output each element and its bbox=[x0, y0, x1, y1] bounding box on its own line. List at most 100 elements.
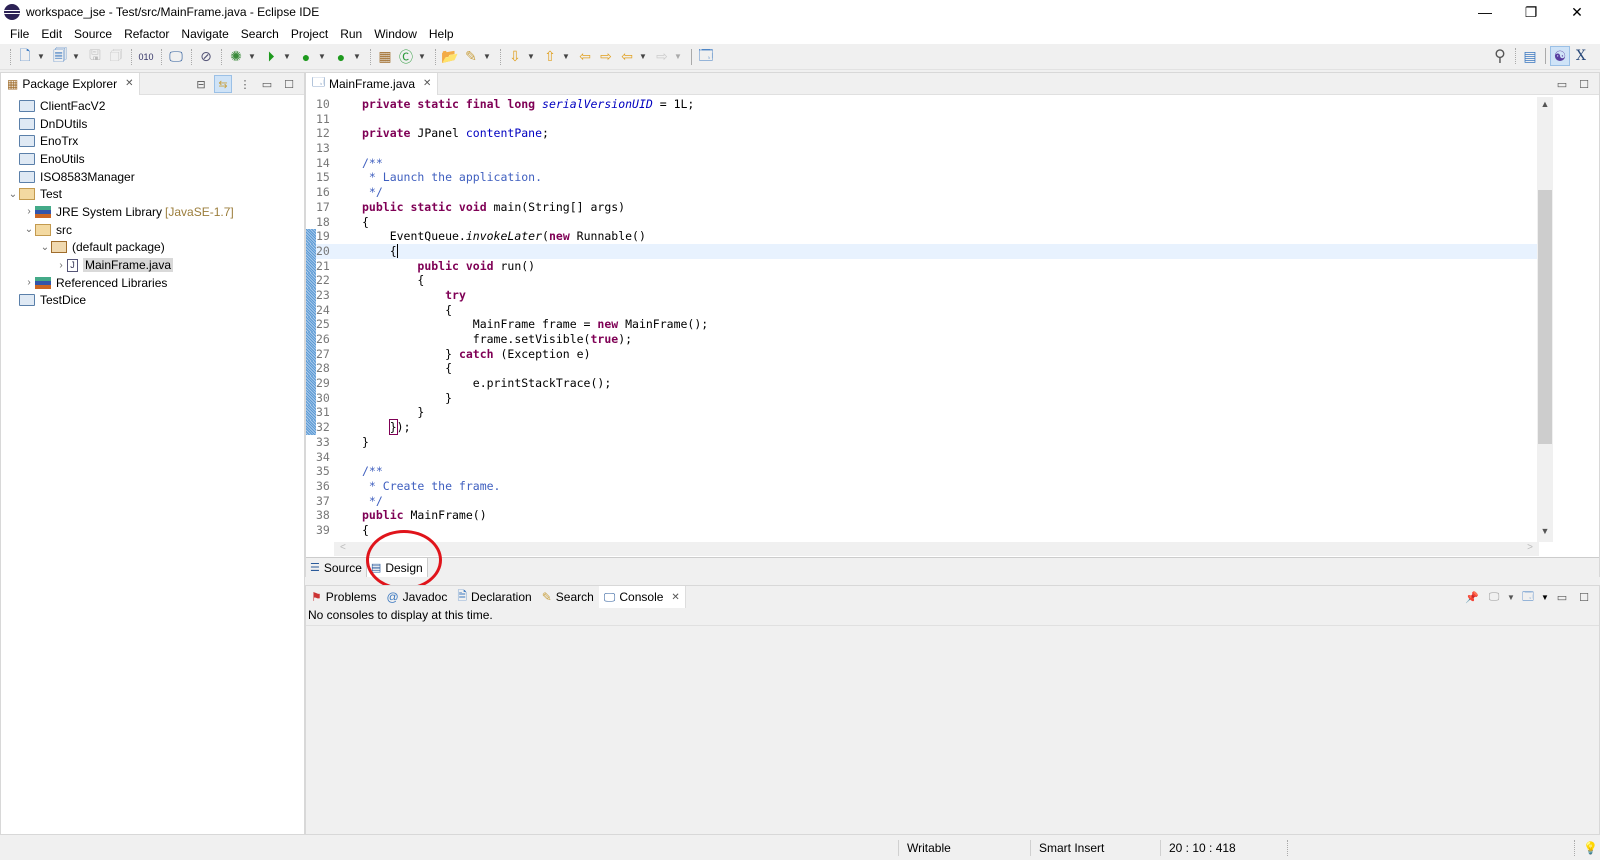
new-icon[interactable]: 🗋 bbox=[15, 47, 35, 67]
coverage-dropdown-icon[interactable]: ▼ bbox=[317, 52, 327, 61]
menu-file[interactable]: File bbox=[4, 27, 35, 41]
maximize-icon[interactable]: ☐ bbox=[1575, 75, 1593, 93]
chevron-right-icon[interactable]: › bbox=[55, 260, 67, 271]
tree-item[interactable]: › Referenced Libraries bbox=[1, 274, 304, 292]
previous-annotation-icon[interactable]: ⇧ bbox=[540, 47, 560, 67]
new-dropdown-icon[interactable]: ▼ bbox=[36, 52, 46, 61]
menu-help[interactable]: Help bbox=[423, 27, 460, 41]
xml-perspective-icon[interactable]: X bbox=[1571, 46, 1591, 66]
tree-item[interactable]: EnoTrx bbox=[1, 132, 304, 150]
run-icon[interactable]: ⏵ bbox=[261, 47, 281, 67]
scroll-down-icon[interactable]: ▼ bbox=[1537, 526, 1553, 540]
tab-problems[interactable]: ⚑ Problems bbox=[306, 586, 381, 608]
close-icon[interactable]: ✕ bbox=[671, 592, 679, 603]
view-menu-icon[interactable]: ⋮ bbox=[236, 75, 254, 93]
last-edit-icon[interactable]: ⇦ bbox=[575, 47, 595, 67]
new-package-icon[interactable]: 🗐 bbox=[50, 47, 70, 67]
menu-edit[interactable]: Edit bbox=[35, 27, 68, 41]
display-console-dropdown-icon[interactable]: ▼ bbox=[1507, 588, 1515, 606]
tab-source[interactable]: ☰ Source bbox=[306, 558, 366, 577]
tree-item[interactable]: ⌄ src bbox=[1, 221, 304, 239]
open-type-icon[interactable]: 📂 bbox=[440, 47, 460, 67]
search-icon[interactable]: ⚲ bbox=[1490, 46, 1510, 66]
external-tools-dropdown-icon[interactable]: ▼ bbox=[352, 52, 362, 61]
external-tools-icon[interactable]: ● bbox=[331, 47, 351, 67]
tree-item[interactable]: › J MainFrame.java bbox=[1, 256, 304, 274]
open-console-dropdown-icon[interactable]: ▼ bbox=[1541, 588, 1549, 606]
tree-item[interactable]: TestDice bbox=[1, 292, 304, 310]
minimize-icon[interactable]: ▭ bbox=[258, 75, 276, 93]
coverage-icon[interactable]: ● bbox=[296, 47, 316, 67]
menu-window[interactable]: Window bbox=[368, 27, 423, 41]
menu-run[interactable]: Run bbox=[334, 27, 368, 41]
tree-item[interactable]: ⌄ Test bbox=[1, 185, 304, 203]
chevron-down-icon[interactable]: ⌄ bbox=[23, 224, 35, 235]
scroll-left-icon[interactable]: < bbox=[340, 542, 346, 553]
tree-item[interactable]: ClientFacV2 bbox=[1, 97, 304, 115]
search-dropdown-icon[interactable]: ▼ bbox=[482, 52, 492, 61]
next-annotation-dropdown-icon[interactable]: ▼ bbox=[526, 52, 536, 61]
menu-project[interactable]: Project bbox=[285, 27, 334, 41]
debug-dropdown-icon[interactable]: ▼ bbox=[247, 52, 257, 61]
chevron-right-icon[interactable]: › bbox=[23, 206, 35, 217]
close-icon[interactable]: ✕ bbox=[125, 78, 133, 89]
tree-item[interactable]: EnoUtils bbox=[1, 150, 304, 168]
menu-search[interactable]: Search bbox=[235, 27, 285, 41]
scrollbar-thumb[interactable] bbox=[1538, 190, 1552, 444]
next-annotation-icon[interactable]: ⇩ bbox=[505, 47, 525, 67]
run-dropdown-icon[interactable]: ▼ bbox=[282, 52, 292, 61]
minimize-button[interactable]: — bbox=[1462, 0, 1508, 24]
tab-search[interactable]: ✎ Search bbox=[537, 586, 599, 608]
pin-editor-icon[interactable]: 🗔 bbox=[696, 47, 716, 67]
horizontal-scrollbar[interactable]: < > bbox=[334, 542, 1539, 556]
tab-javadoc[interactable]: @ Javadoc bbox=[381, 586, 452, 608]
tree-item[interactable]: ⌄ (default package) bbox=[1, 239, 304, 257]
maximize-icon[interactable]: ☐ bbox=[280, 75, 298, 93]
minimize-icon[interactable]: ▭ bbox=[1553, 75, 1571, 93]
skip-breakpoints-icon[interactable]: ⊘ bbox=[196, 47, 216, 67]
close-icon[interactable]: ✕ bbox=[423, 78, 431, 89]
previous-annotation-dropdown-icon[interactable]: ▼ bbox=[561, 52, 571, 61]
tree-item[interactable]: ISO8583Manager bbox=[1, 168, 304, 186]
forward-dropdown-icon[interactable]: ▼ bbox=[673, 52, 683, 61]
back-icon[interactable]: ⇦ bbox=[617, 47, 637, 67]
search-icon[interactable]: ✎ bbox=[461, 47, 481, 67]
tab-mainframe-java[interactable]: 🗔 MainFrame.java ✕ bbox=[306, 72, 439, 95]
display-console-icon[interactable]: 🖵 bbox=[1485, 588, 1503, 606]
code-editor[interactable]: 10 private static final long serialVersio… bbox=[306, 97, 1539, 542]
tab-console[interactable]: 🖵 Console ✕ bbox=[598, 586, 686, 608]
scroll-right-icon[interactable]: > bbox=[1527, 542, 1533, 553]
new-class-dropdown-icon[interactable]: ▼ bbox=[417, 52, 427, 61]
chevron-down-icon[interactable]: ⌄ bbox=[39, 242, 51, 253]
next-edit-icon[interactable]: ⇨ bbox=[596, 47, 616, 67]
terminal-icon[interactable]: 🖵 bbox=[166, 47, 186, 67]
open-perspective-icon[interactable]: ▤ bbox=[1520, 46, 1540, 66]
menu-source[interactable]: Source bbox=[68, 27, 118, 41]
restore-button[interactable]: ❐ bbox=[1508, 0, 1554, 24]
new-java-class-icon[interactable]: Ⓒ bbox=[396, 47, 416, 67]
link-with-editor-icon[interactable]: ⇆ bbox=[214, 75, 232, 93]
forward-icon[interactable]: ⇨ bbox=[652, 47, 672, 67]
new-package-dropdown-icon[interactable]: ▼ bbox=[71, 52, 81, 61]
chevron-right-icon[interactable]: › bbox=[23, 277, 35, 288]
binary-icon[interactable]: 010 bbox=[136, 47, 156, 67]
lightbulb-icon[interactable]: 💡 bbox=[1574, 840, 1598, 856]
tree-item[interactable]: DnDUtils bbox=[1, 115, 304, 133]
scroll-up-icon[interactable]: ▲ bbox=[1537, 99, 1553, 113]
maximize-icon[interactable]: ☐ bbox=[1575, 588, 1593, 606]
tab-package-explorer[interactable]: ▦ Package Explorer ✕ bbox=[1, 72, 141, 95]
save-icon[interactable]: 🖫 bbox=[85, 47, 105, 67]
close-button[interactable]: ✕ bbox=[1554, 0, 1600, 24]
new-java-package-icon[interactable]: ▦ bbox=[375, 47, 395, 67]
collapse-all-icon[interactable]: ⊟ bbox=[192, 75, 210, 93]
java-perspective-icon[interactable]: ☯ bbox=[1550, 46, 1570, 66]
back-dropdown-icon[interactable]: ▼ bbox=[638, 52, 648, 61]
tab-declaration[interactable]: 🗎 Declaration bbox=[452, 586, 536, 608]
debug-icon[interactable]: ✺ bbox=[226, 47, 246, 67]
chevron-down-icon[interactable]: ⌄ bbox=[7, 189, 19, 200]
pin-console-icon[interactable]: 📌 bbox=[1463, 588, 1481, 606]
minimize-icon[interactable]: ▭ bbox=[1553, 588, 1571, 606]
save-all-icon[interactable]: 🗇 bbox=[106, 47, 126, 67]
tree-item[interactable]: › JRE System Library [JavaSE-1.7] bbox=[1, 203, 304, 221]
open-console-icon[interactable]: 🗔 bbox=[1519, 588, 1537, 606]
